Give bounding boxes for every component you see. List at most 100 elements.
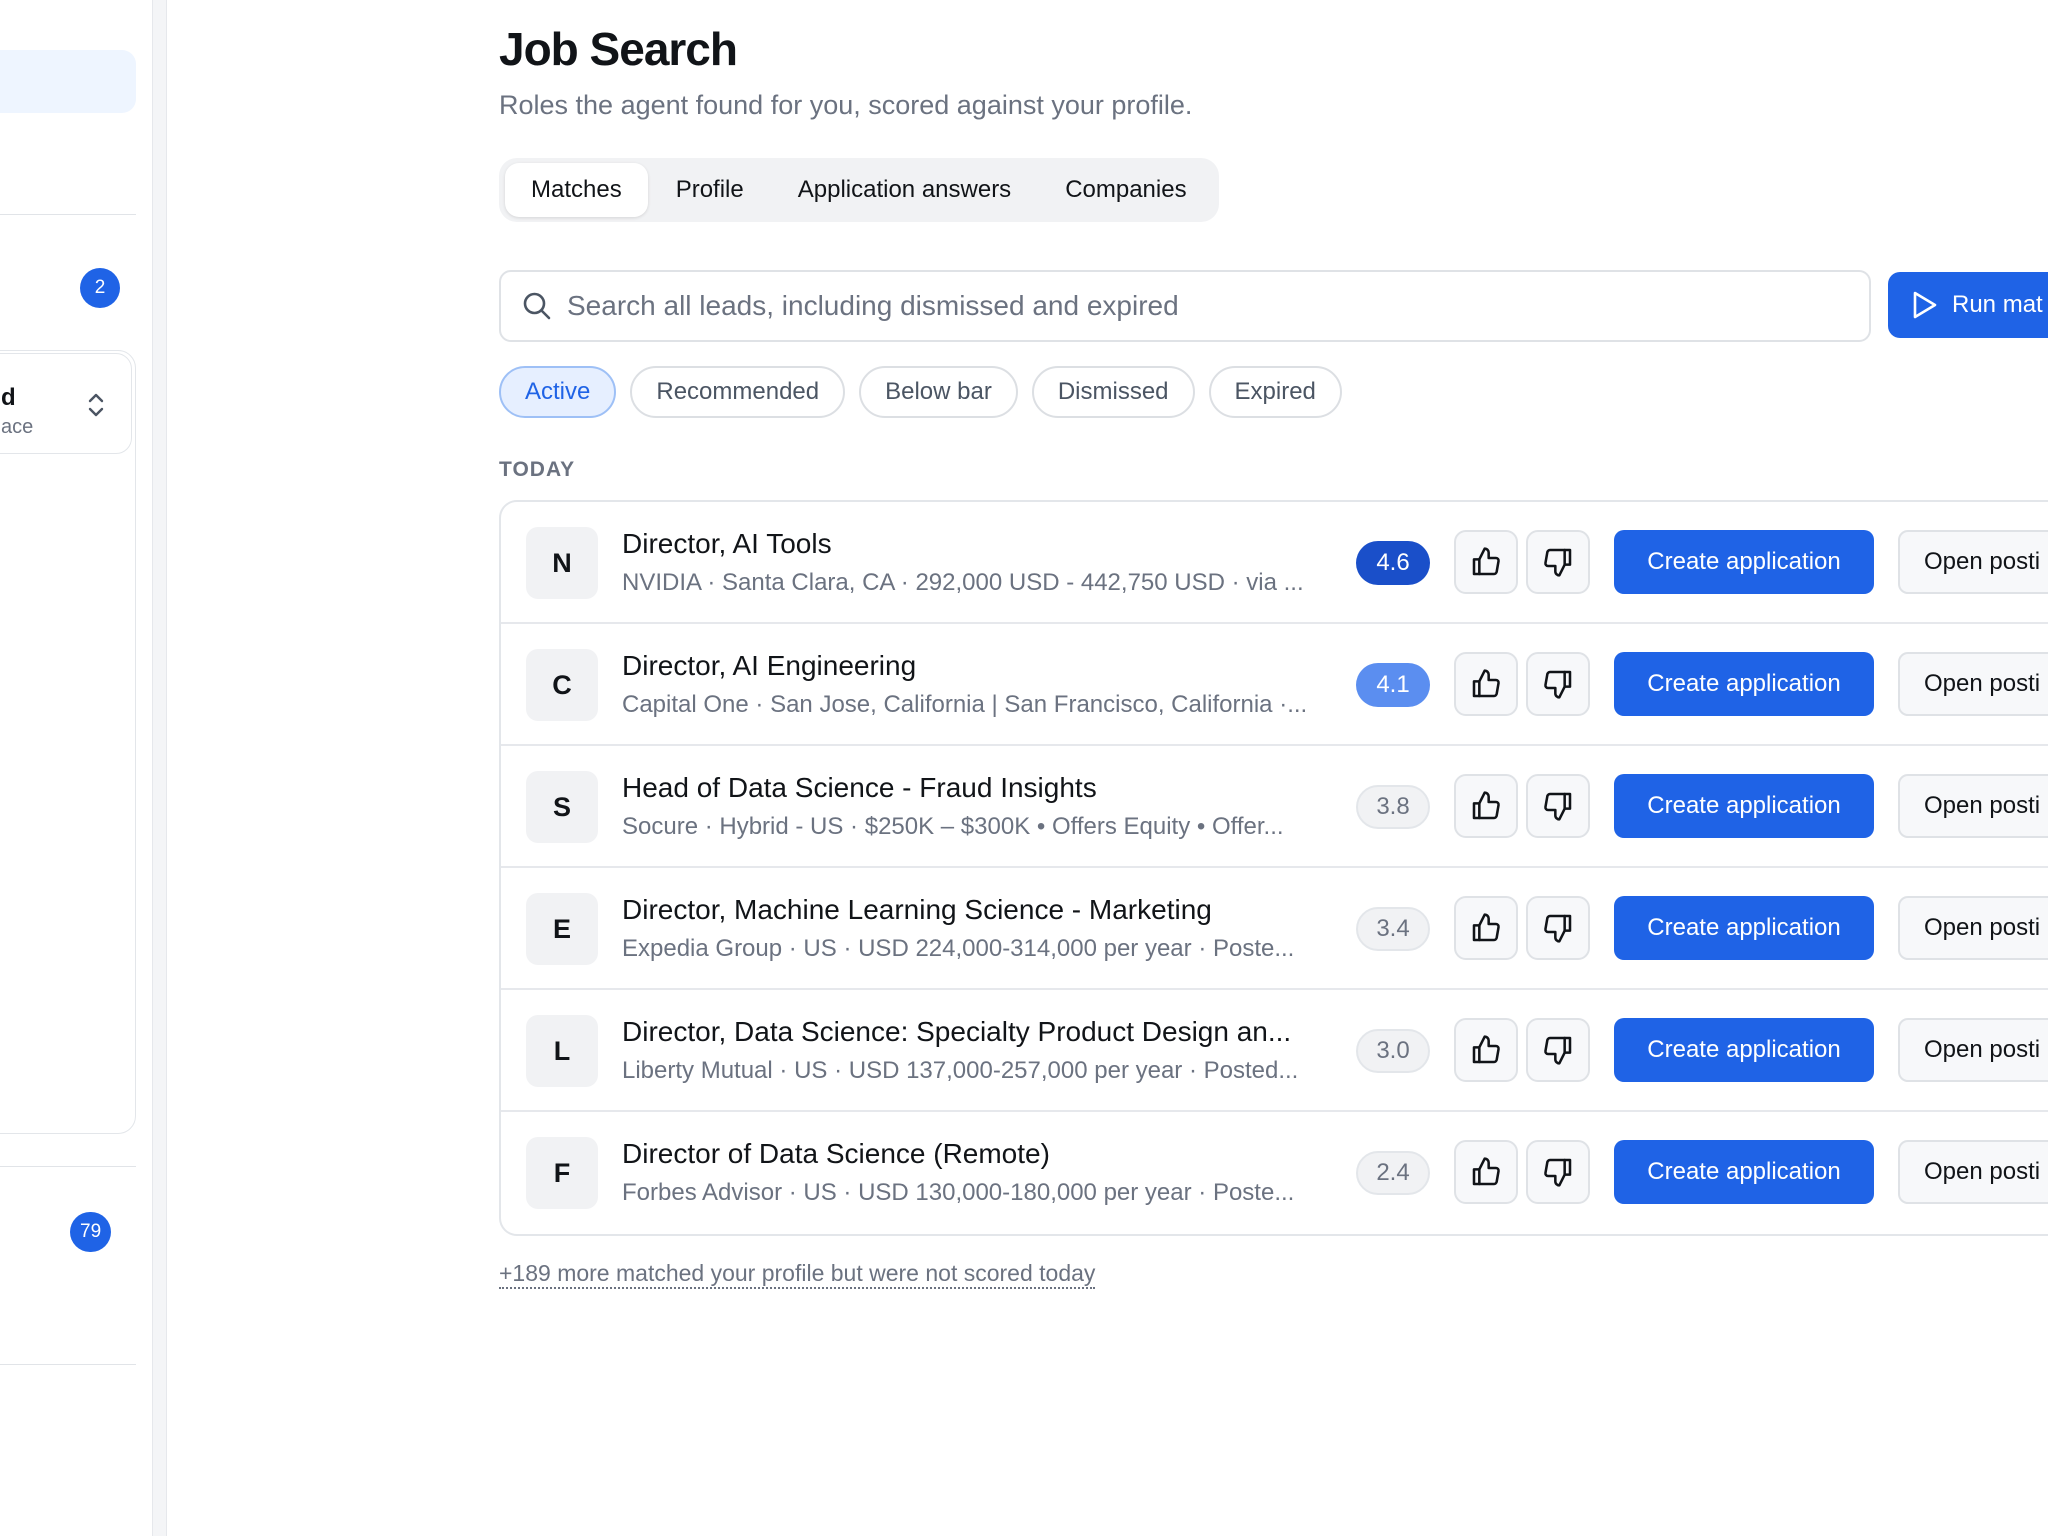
search-input[interactable] bbox=[567, 290, 1847, 322]
thumbs-down-button[interactable] bbox=[1526, 530, 1590, 594]
match-score-badge: 3.0 bbox=[1356, 1029, 1430, 1073]
open-posting-button[interactable]: Open posti bbox=[1898, 652, 2048, 716]
match-score-badge: 3.8 bbox=[1356, 785, 1430, 829]
company-avatar: S bbox=[526, 771, 598, 843]
workspace-switcher[interactable]: d ace bbox=[0, 353, 132, 454]
more-unscored-link[interactable]: +189 more matched your profile but were … bbox=[499, 1259, 1096, 1289]
job-row[interactable]: S Head of Data Science - Fraud Insights … bbox=[501, 746, 2048, 868]
create-application-button[interactable]: Create application bbox=[1614, 652, 1874, 716]
thumbs-up-button[interactable] bbox=[1454, 652, 1518, 716]
job-title[interactable]: Director, AI Engineering bbox=[622, 650, 1334, 682]
thumbs-down-icon bbox=[1544, 1158, 1572, 1187]
thumbs-down-icon bbox=[1544, 670, 1572, 699]
play-icon bbox=[1913, 291, 1937, 319]
thumbs-up-button[interactable] bbox=[1454, 1018, 1518, 1082]
sidebar-count-badge: 79 bbox=[70, 1212, 112, 1252]
thumbs-down-button[interactable] bbox=[1526, 652, 1590, 716]
search-icon bbox=[523, 292, 551, 320]
thumbs-down-icon bbox=[1544, 548, 1572, 577]
match-score-badge: 2.4 bbox=[1356, 1151, 1430, 1195]
job-row[interactable]: C Director, AI Engineering Capital One ·… bbox=[501, 624, 2048, 746]
thumbs-down-button[interactable] bbox=[1526, 774, 1590, 838]
job-row[interactable]: L Director, Data Science: Specialty Prod… bbox=[501, 990, 2048, 1112]
thumbs-up-button[interactable] bbox=[1454, 896, 1518, 960]
section-label-today: TODAY bbox=[499, 458, 576, 481]
sidebar-divider bbox=[0, 214, 136, 215]
match-score-badge: 3.4 bbox=[1356, 907, 1430, 951]
job-row[interactable]: N Director, AI Tools NVIDIA · Santa Clar… bbox=[501, 502, 2048, 624]
job-meta: Expedia Group · US · USD 224,000-314,000… bbox=[622, 935, 1295, 962]
thumbs-down-button[interactable] bbox=[1526, 1018, 1590, 1082]
create-application-button[interactable]: Create application bbox=[1614, 896, 1874, 960]
thumbs-up-icon bbox=[1472, 1035, 1500, 1064]
chevron-up-down-icon bbox=[88, 393, 104, 417]
run-matching-label: Run mat bbox=[1952, 291, 2043, 318]
run-matching-button[interactable]: Run mat bbox=[1888, 272, 2048, 338]
create-application-button[interactable]: Create application bbox=[1614, 530, 1874, 594]
workspace-name: d bbox=[1, 384, 16, 411]
filter-chip-recommended[interactable]: Recommended bbox=[630, 366, 846, 418]
workspace-subtitle: ace bbox=[1, 416, 34, 438]
job-meta: Liberty Mutual · US · USD 137,000-257,00… bbox=[622, 1057, 1299, 1084]
job-title[interactable]: Director, Data Science: Specialty Produc… bbox=[622, 1016, 1334, 1048]
thumbs-up-icon bbox=[1472, 913, 1500, 942]
sidebar-divider bbox=[0, 1166, 136, 1167]
filter-chips: Active Recommended Below bar Dismissed E… bbox=[499, 366, 1342, 418]
job-meta: Capital One · San Jose, California | San… bbox=[622, 691, 1308, 718]
tab-application-answers[interactable]: Application answers bbox=[772, 163, 1037, 217]
company-avatar: C bbox=[526, 649, 598, 721]
filter-chip-active[interactable]: Active bbox=[499, 366, 617, 418]
create-application-button[interactable]: Create application bbox=[1614, 774, 1874, 838]
thumbs-up-button[interactable] bbox=[1454, 774, 1518, 838]
thumbs-down-icon bbox=[1544, 914, 1572, 943]
company-avatar: N bbox=[526, 527, 598, 599]
match-score-badge: 4.6 bbox=[1356, 541, 1430, 585]
sidebar-divider bbox=[0, 1364, 136, 1365]
job-row[interactable]: E Director, Machine Learning Science - M… bbox=[501, 868, 2048, 990]
page-subtitle: Roles the agent found for you, scored ag… bbox=[499, 90, 1193, 120]
create-application-button[interactable]: Create application bbox=[1614, 1140, 1874, 1204]
search-box bbox=[499, 270, 1871, 342]
thumbs-down-icon bbox=[1544, 1036, 1572, 1065]
page-title: Job Search bbox=[499, 23, 738, 75]
open-posting-button[interactable]: Open posti bbox=[1898, 896, 2048, 960]
thumbs-down-button[interactable] bbox=[1526, 1140, 1590, 1204]
open-posting-button[interactable]: Open posti bbox=[1898, 774, 2048, 838]
thumbs-up-icon bbox=[1472, 547, 1500, 576]
job-title[interactable]: Director of Data Science (Remote) bbox=[622, 1138, 1334, 1170]
job-title[interactable]: Head of Data Science - Fraud Insights bbox=[622, 772, 1334, 804]
thumbs-up-button[interactable] bbox=[1454, 530, 1518, 594]
tab-bar: Matches Profile Application answers Comp… bbox=[499, 158, 1219, 222]
thumbs-up-icon bbox=[1472, 669, 1500, 698]
thumbs-up-button[interactable] bbox=[1454, 1140, 1518, 1204]
create-application-button[interactable]: Create application bbox=[1614, 1018, 1874, 1082]
sidebar-count-badge: 2 bbox=[80, 268, 120, 308]
job-meta: Forbes Advisor · US · USD 130,000-180,00… bbox=[622, 1179, 1295, 1206]
company-avatar: L bbox=[526, 1015, 598, 1087]
match-score-badge: 4.1 bbox=[1356, 663, 1430, 707]
filter-chip-dismissed[interactable]: Dismissed bbox=[1031, 366, 1195, 418]
open-posting-button[interactable]: Open posti bbox=[1898, 1140, 2048, 1204]
sidebar-item-active[interactable] bbox=[0, 50, 136, 113]
company-avatar: E bbox=[526, 893, 598, 965]
thumbs-down-button[interactable] bbox=[1526, 896, 1590, 960]
job-row[interactable]: F Director of Data Science (Remote) Forb… bbox=[501, 1112, 2048, 1234]
thumbs-up-icon bbox=[1472, 791, 1500, 820]
filter-chip-below-bar[interactable]: Below bar bbox=[859, 366, 1018, 418]
sidebar-resize-handle[interactable] bbox=[153, 0, 167, 1536]
thumbs-up-icon bbox=[1472, 1157, 1500, 1186]
job-title[interactable]: Director, AI Tools bbox=[622, 528, 1334, 560]
filter-chip-expired[interactable]: Expired bbox=[1208, 366, 1342, 418]
sidebar-panel bbox=[0, 350, 136, 1134]
tab-profile[interactable]: Profile bbox=[650, 163, 770, 217]
tab-matches[interactable]: Matches bbox=[505, 163, 648, 217]
sidebar: 2 d ace 79 bbox=[0, 0, 153, 1536]
open-posting-button[interactable]: Open posti bbox=[1898, 530, 2048, 594]
job-meta: Socure · Hybrid - US · $250K – $300K • O… bbox=[622, 813, 1284, 840]
job-title[interactable]: Director, Machine Learning Science - Mar… bbox=[622, 894, 1334, 926]
job-meta: NVIDIA · Santa Clara, CA · 292,000 USD -… bbox=[622, 569, 1304, 596]
company-avatar: F bbox=[526, 1137, 598, 1209]
open-posting-button[interactable]: Open posti bbox=[1898, 1018, 2048, 1082]
thumbs-down-icon bbox=[1544, 792, 1572, 821]
tab-companies[interactable]: Companies bbox=[1039, 163, 1212, 217]
